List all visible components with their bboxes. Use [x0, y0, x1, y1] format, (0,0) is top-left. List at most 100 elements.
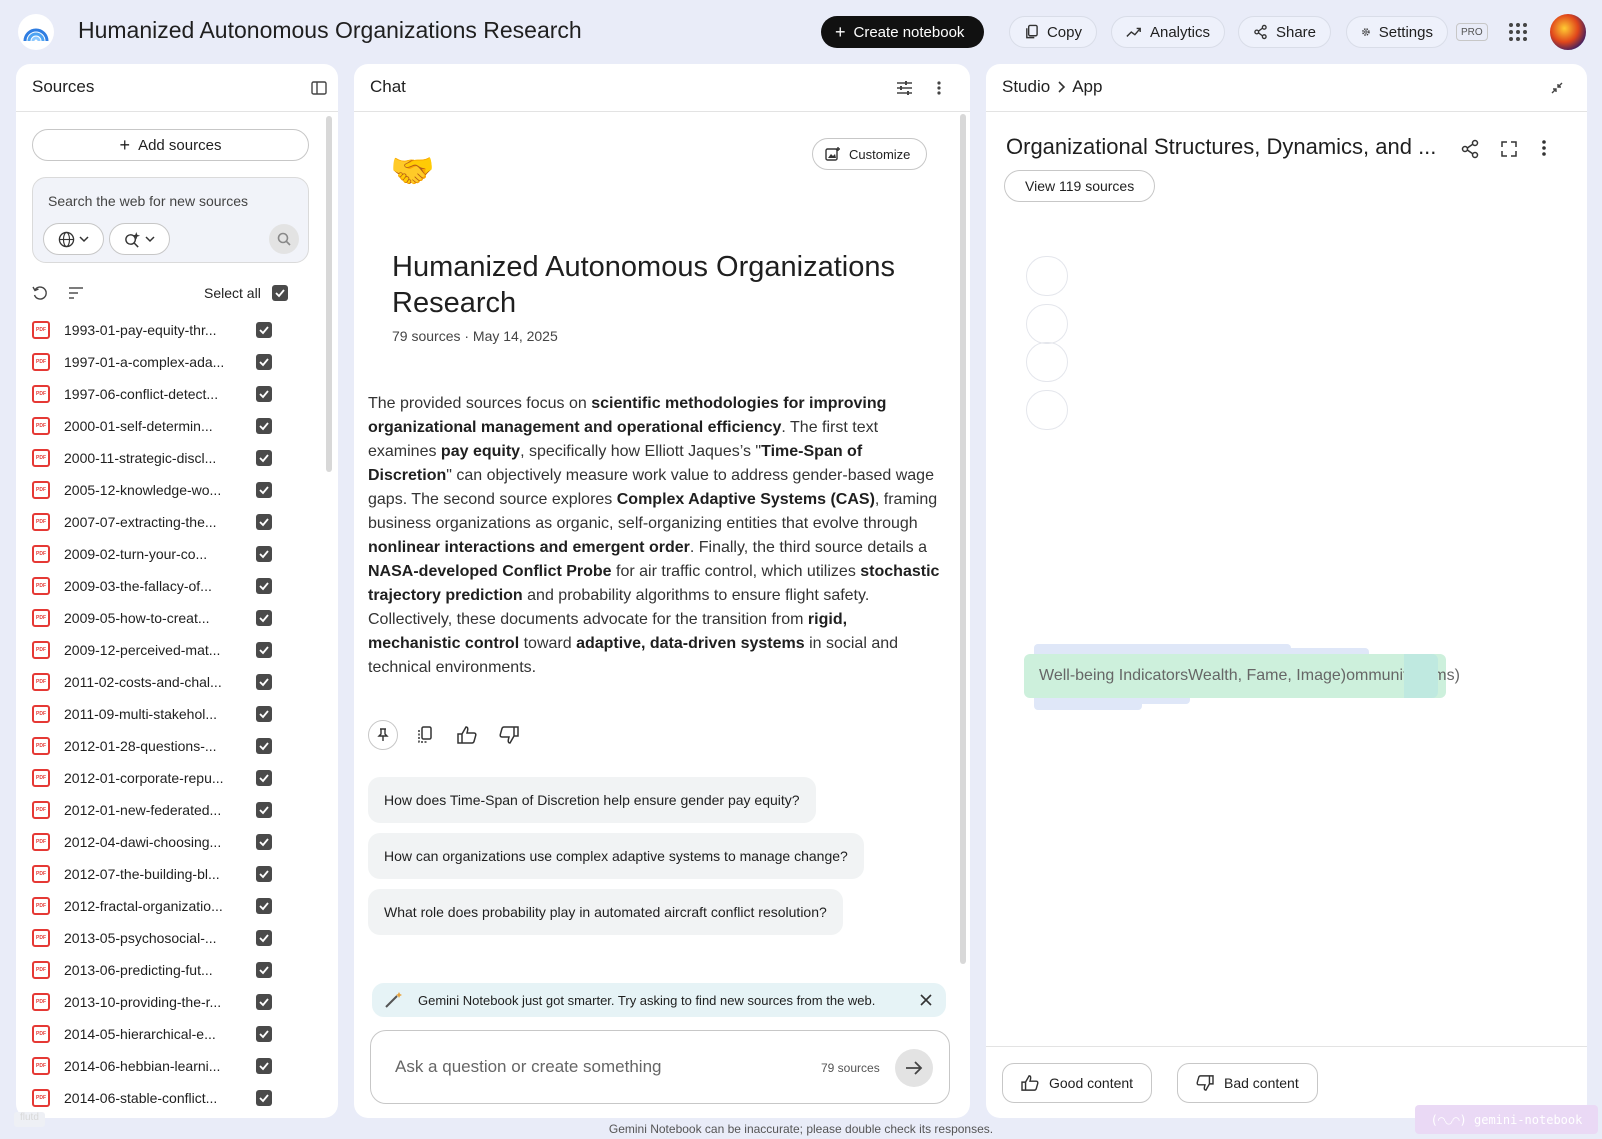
- summary-text: . Finally, the third source details a: [689, 539, 927, 556]
- share-button[interactable]: Share: [1238, 16, 1331, 48]
- source-item[interactable]: PDF 1997-06-conflict-detect...: [32, 378, 309, 410]
- thumbs-up-button[interactable]: [452, 720, 482, 750]
- settings-button[interactable]: Settings: [1346, 16, 1448, 48]
- refresh-icon[interactable]: [32, 285, 48, 301]
- add-sources-button[interactable]: + Add sources: [32, 129, 309, 161]
- source-checkbox[interactable]: [256, 994, 272, 1010]
- source-item[interactable]: PDF 2005-12-knowledge-wo...: [32, 474, 309, 506]
- more-vert-icon[interactable]: [936, 80, 942, 96]
- collapse-panel-icon[interactable]: [311, 80, 327, 96]
- mindmap-control-node[interactable]: [1026, 256, 1068, 296]
- app-logo[interactable]: [18, 14, 54, 50]
- source-item[interactable]: PDF 2000-01-self-determin...: [32, 410, 309, 442]
- source-checkbox[interactable]: [256, 482, 272, 498]
- source-item[interactable]: PDF 2009-12-perceived-mat...: [32, 634, 309, 666]
- research-mode-dropdown[interactable]: [109, 223, 170, 255]
- source-item[interactable]: PDF 2000-11-strategic-discl...: [32, 442, 309, 474]
- source-item[interactable]: PDF 2007-07-extracting-the...: [32, 506, 309, 538]
- sort-icon[interactable]: [68, 286, 84, 300]
- plus-icon: +: [835, 22, 846, 42]
- source-checkbox[interactable]: [256, 706, 272, 722]
- source-item[interactable]: PDF 2012-04-dawi-choosing...: [32, 826, 309, 858]
- chat-scrollbar[interactable]: [960, 114, 966, 964]
- web-search-submit-button[interactable]: [269, 224, 299, 254]
- send-button[interactable]: [895, 1049, 933, 1087]
- source-checkbox[interactable]: [256, 1026, 272, 1042]
- mindmap-control-node[interactable]: [1026, 342, 1068, 382]
- view-sources-button[interactable]: View 119 sources: [1004, 170, 1156, 202]
- avatar[interactable]: [1548, 12, 1588, 52]
- more-vert-icon[interactable]: [1541, 139, 1547, 157]
- source-item[interactable]: PDF 1997-01-a-complex-ada...: [32, 346, 309, 378]
- create-notebook-button[interactable]: + Create notebook: [821, 16, 984, 48]
- source-checkbox[interactable]: [256, 610, 272, 626]
- chat-input[interactable]: Ask a question or create something: [395, 1057, 661, 1077]
- source-checkbox[interactable]: [256, 674, 272, 690]
- web-source-dropdown[interactable]: [43, 223, 104, 255]
- source-item[interactable]: PDF 2013-10-providing-the-r...: [32, 986, 309, 1018]
- source-item[interactable]: PDF 2012-07-the-building-bl...: [32, 858, 309, 890]
- source-item[interactable]: PDF 2009-02-turn-your-co...: [32, 538, 309, 570]
- mindmap-control-node[interactable]: [1026, 390, 1068, 430]
- fullscreen-icon[interactable]: [1501, 141, 1517, 157]
- web-search-input[interactable]: Search the web for new sources: [48, 193, 248, 209]
- apps-grid-icon[interactable]: [1506, 20, 1530, 44]
- sources-scrollbar[interactable]: [326, 116, 332, 472]
- source-item[interactable]: PDF 2013-06-predicting-fut...: [32, 954, 309, 986]
- source-checkbox[interactable]: [256, 834, 272, 850]
- source-item[interactable]: PDF 2011-09-multi-stakehol...: [32, 698, 309, 730]
- source-checkbox[interactable]: [256, 450, 272, 466]
- close-icon[interactable]: [918, 992, 934, 1008]
- source-item[interactable]: PDF 2014-05-hierarchical-e...: [32, 1018, 309, 1050]
- source-checkbox[interactable]: [256, 418, 272, 434]
- notebook-title[interactable]: Humanized Autonomous Organizations Resea…: [78, 17, 582, 44]
- analytics-button[interactable]: Analytics: [1111, 16, 1225, 48]
- source-checkbox[interactable]: [256, 962, 272, 978]
- good-content-button[interactable]: Good content: [1002, 1063, 1153, 1103]
- rainbow-logo-icon: [23, 28, 49, 42]
- source-item[interactable]: PDF 2009-03-the-fallacy-of...: [32, 570, 309, 602]
- source-checkbox[interactable]: [256, 578, 272, 594]
- source-checkbox[interactable]: [256, 930, 272, 946]
- source-checkbox[interactable]: [256, 642, 272, 658]
- suggested-question[interactable]: How can organizations use complex adapti…: [368, 833, 864, 879]
- source-item[interactable]: PDF 2014-06-hebbian-learni...: [32, 1050, 309, 1082]
- source-item[interactable]: PDF 2009-05-how-to-creat...: [32, 602, 309, 634]
- copy-button[interactable]: Copy: [1009, 16, 1097, 48]
- tune-icon[interactable]: [896, 80, 913, 96]
- source-checkbox[interactable]: [256, 738, 272, 754]
- share-icon[interactable]: [1460, 139, 1480, 159]
- source-checkbox[interactable]: [256, 1058, 272, 1074]
- source-item[interactable]: PDF 2012-01-28-questions-...: [32, 730, 309, 762]
- source-checkbox[interactable]: [256, 514, 272, 530]
- select-all-checkbox[interactable]: [272, 285, 288, 301]
- suggested-question[interactable]: What role does probability play in autom…: [368, 889, 843, 935]
- breadcrumb-studio[interactable]: Studio: [1002, 77, 1050, 97]
- mindmap-node-tail: [1404, 654, 1438, 698]
- copy-response-button[interactable]: [410, 720, 440, 750]
- bad-content-button[interactable]: Bad content: [1177, 1063, 1318, 1103]
- source-checkbox[interactable]: [256, 802, 272, 818]
- source-item[interactable]: PDF 2011-02-costs-and-chal...: [32, 666, 309, 698]
- source-checkbox[interactable]: [256, 386, 272, 402]
- source-checkbox[interactable]: [256, 898, 272, 914]
- source-item[interactable]: PDF 2012-01-new-federated...: [32, 794, 309, 826]
- source-item[interactable]: PDF 2012-fractal-organizatio...: [32, 890, 309, 922]
- source-checkbox[interactable]: [256, 1090, 272, 1106]
- source-checkbox[interactable]: [256, 354, 272, 370]
- source-item[interactable]: PDF 1993-01-pay-equity-thr...: [32, 314, 309, 346]
- source-checkbox[interactable]: [256, 866, 272, 882]
- mindmap-control-node[interactable]: [1026, 304, 1068, 344]
- source-checkbox[interactable]: [256, 770, 272, 786]
- mindmap-node[interactable]: Well-being IndicatorsWealth, Fame, Image…: [1024, 654, 1460, 698]
- thumbs-down-button[interactable]: [494, 720, 524, 750]
- save-to-note-button[interactable]: [368, 720, 398, 750]
- source-item[interactable]: PDF 2012-01-corporate-repu...: [32, 762, 309, 794]
- source-item[interactable]: PDF 2014-06-stable-conflict...: [32, 1082, 309, 1114]
- customize-button[interactable]: Customize: [812, 138, 928, 170]
- suggested-question[interactable]: How does Time-Span of Discretion help en…: [368, 777, 816, 823]
- source-checkbox[interactable]: [256, 546, 272, 562]
- source-item[interactable]: PDF 2013-05-psychosocial-...: [32, 922, 309, 954]
- collapse-icon[interactable]: [1551, 82, 1563, 94]
- source-checkbox[interactable]: [256, 322, 272, 338]
